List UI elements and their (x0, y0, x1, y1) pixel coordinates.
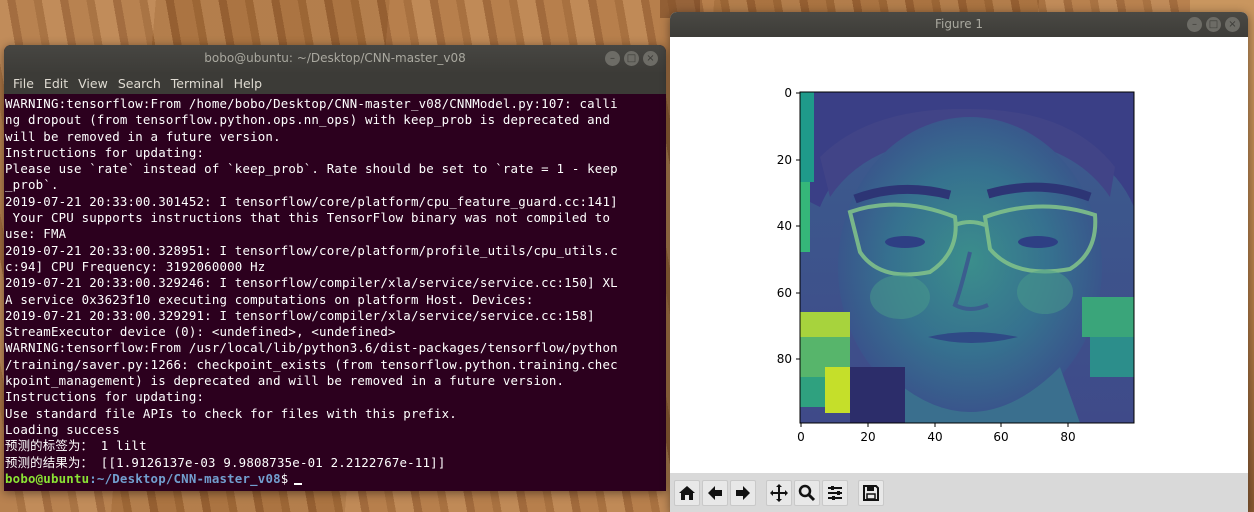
terminal-title: bobo@ubuntu: ~/Desktop/CNN-master_v08 (204, 51, 466, 65)
figure-canvas[interactable]: 0 20 40 60 80 0 20 40 60 80 (670, 37, 1248, 473)
terminal-line: WARNING:tensorflow:From /usr/local/lib/p… (5, 340, 618, 356)
x-tick-label: 0 (797, 430, 805, 444)
text-cursor (294, 482, 303, 485)
terminal-line: c:94] CPU Frequency: 3192060000 Hz (5, 258, 266, 274)
x-tick-label: 40 (927, 430, 942, 444)
prompt-user: bobo@ubuntu (5, 470, 90, 486)
prompt-symbol: $ (280, 470, 289, 486)
x-tick-label: 60 (993, 430, 1008, 444)
terminal-titlebar[interactable]: bobo@ubuntu: ~/Desktop/CNN-master_v08 – … (4, 45, 666, 72)
menu-terminal[interactable]: Terminal (166, 76, 229, 91)
close-icon[interactable]: × (643, 51, 658, 66)
terminal-window-controls: – □ × (605, 51, 658, 66)
menu-view[interactable]: View (73, 76, 113, 91)
face-image (800, 92, 1134, 423)
terminal-line: 预测的标签为： 1 lilt (5, 438, 147, 454)
figure-window[interactable]: Figure 1 – □ × 0 20 40 60 80 0 20 40 60 … (670, 12, 1248, 512)
figure-toolbar (670, 473, 1248, 512)
terminal-line: /training/saver.py:1266: checkpoint_exis… (5, 356, 618, 372)
terminal-line: 2019-07-21 20:33:00.329291: I tensorflow… (5, 307, 595, 323)
terminal-line: WARNING:tensorflow:From /home/bobo/Deskt… (5, 96, 618, 111)
menu-file[interactable]: File (8, 76, 39, 91)
prompt-path: :~/Desktop/CNN-master_v08 (89, 470, 281, 486)
y-tick-label: 60 (777, 286, 792, 300)
arrow-left-icon[interactable] (702, 479, 728, 506)
terminal-line: A service 0x3623f10 executing computatio… (5, 291, 534, 307)
terminal-line: 2019-07-21 20:33:00.328951: I tensorflow… (5, 242, 618, 258)
maximize-icon[interactable]: □ (624, 51, 639, 66)
terminal-line: StreamExecutor device (0): <undefined>, … (5, 324, 396, 340)
terminal-line: 2019-07-21 20:33:00.329246: I tensorflow… (5, 275, 618, 291)
arrow-right-icon[interactable] (730, 479, 756, 506)
terminal-prompt-line[interactable]: bobo@ubuntu:~/Desktop/CNN-master_v08$ (5, 471, 662, 487)
figure-titlebar[interactable]: Figure 1 – □ × (670, 12, 1248, 37)
terminal-output[interactable]: WARNING:tensorflow:From /home/bobo/Deskt… (4, 94, 666, 487)
close-icon[interactable]: × (1225, 17, 1240, 32)
terminal-menubar: File Edit View Search Terminal Help (4, 72, 666, 94)
terminal-line: Instructions for updating: (5, 389, 205, 405)
terminal-line: Your CPU supports instructions that this… (5, 210, 611, 226)
y-axis: 0 20 40 60 80 (777, 86, 800, 366)
floppy-disk-icon[interactable] (858, 479, 884, 506)
menu-help[interactable]: Help (229, 76, 268, 91)
menu-search[interactable]: Search (113, 76, 166, 91)
magnifier-icon[interactable] (794, 479, 820, 506)
terminal-line: will be removed in a future version. (5, 128, 281, 144)
y-tick-label: 40 (777, 219, 792, 233)
minimize-icon[interactable]: – (605, 51, 620, 66)
x-tick-label: 20 (860, 430, 875, 444)
terminal-line: ng dropout (from tensorflow.python.ops.n… (5, 112, 611, 128)
minimize-icon[interactable]: – (1187, 17, 1202, 32)
x-tick-label: 80 (1060, 430, 1075, 444)
move-icon[interactable] (766, 479, 792, 506)
terminal-line: Loading success (5, 421, 120, 437)
terminal-line: Use standard file APIs to check for file… (5, 405, 457, 421)
terminal-line: Instructions for updating: (5, 144, 205, 160)
y-tick-label: 0 (784, 86, 792, 100)
terminal-line: Please use `rate` instead of `keep_prob`… (5, 161, 618, 177)
terminal-line: 预测的结果为： [[1.9126137e-03 9.9808735e-01 2.… (5, 454, 446, 470)
figure-window-controls: – □ × (1187, 17, 1240, 32)
terminal-window[interactable]: bobo@ubuntu: ~/Desktop/CNN-master_v08 – … (4, 45, 666, 491)
sliders-icon[interactable] (822, 479, 848, 506)
y-tick-label: 20 (777, 153, 792, 167)
terminal-line: kpoint_management) is deprecated and wil… (5, 373, 565, 389)
menu-edit[interactable]: Edit (39, 76, 73, 91)
terminal-line: 2019-07-21 20:33:00.301452: I tensorflow… (5, 193, 618, 209)
home-icon[interactable] (674, 479, 700, 506)
terminal-line: _prob`. (5, 177, 59, 193)
figure-title: Figure 1 (934, 17, 984, 31)
maximize-icon[interactable]: □ (1206, 17, 1221, 32)
x-axis: 0 20 40 60 80 (797, 423, 1076, 444)
y-tick-label: 80 (777, 352, 792, 366)
terminal-line: use: FMA (5, 226, 67, 242)
image-plot: 0 20 40 60 80 0 20 40 60 80 (777, 86, 1135, 444)
